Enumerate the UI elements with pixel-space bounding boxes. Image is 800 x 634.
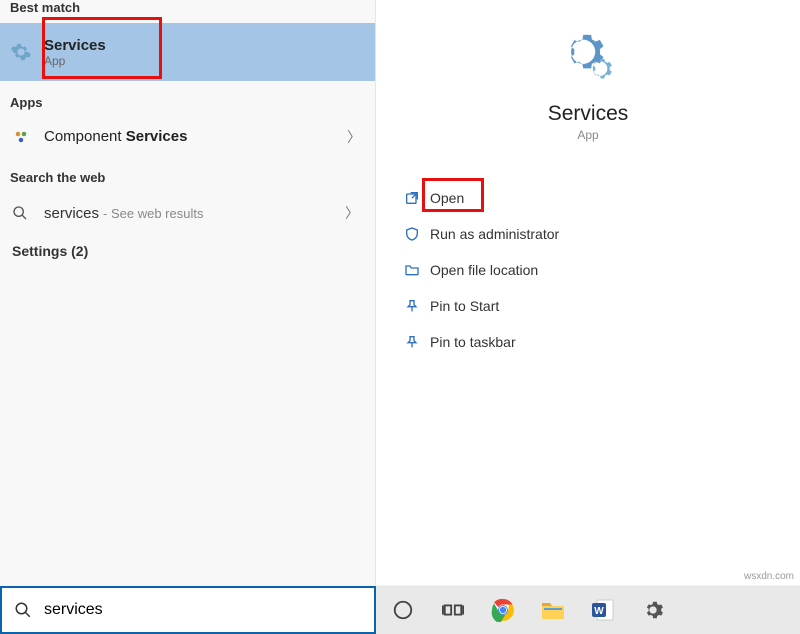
- action-run-as-admin[interactable]: Run as administrator: [394, 218, 782, 250]
- apps-header: Apps: [0, 95, 375, 118]
- search-icon: [12, 205, 32, 221]
- web-hint: - See web results: [103, 206, 203, 221]
- detail-sub: App: [394, 128, 782, 142]
- watermark: wsxdn.com: [744, 571, 794, 582]
- pin-icon: [398, 298, 426, 314]
- task-view-icon[interactable]: [440, 597, 466, 623]
- search-icon: [14, 601, 32, 619]
- search-input-bar[interactable]: [0, 586, 376, 634]
- detail-title: Services: [394, 102, 782, 126]
- chevron-right-icon: 〉: [347, 127, 361, 147]
- best-match-sub: App: [44, 54, 365, 68]
- svg-text:W: W: [594, 606, 604, 617]
- search-web-header: Search the web: [0, 170, 375, 193]
- pin-icon: [398, 334, 426, 350]
- settings-icon[interactable]: [640, 597, 666, 623]
- action-open-location[interactable]: Open file location: [394, 254, 782, 286]
- word-icon[interactable]: W: [590, 597, 616, 623]
- best-match-title: Services: [44, 37, 106, 54]
- component-services-icon: [10, 126, 32, 148]
- action-pin-taskbar[interactable]: Pin to taskbar: [394, 326, 782, 358]
- action-open[interactable]: Open: [394, 182, 782, 214]
- best-match-header: Best match: [0, 0, 375, 23]
- chrome-icon[interactable]: [490, 597, 516, 623]
- shield-icon: [398, 226, 426, 242]
- search-results-panel: Best match Services App Apps Component S…: [0, 0, 376, 585]
- taskbar: W: [376, 586, 800, 634]
- web-search-result[interactable]: services - See web results 〉: [0, 193, 375, 233]
- app-result-component-services[interactable]: Component Services 〉: [0, 118, 375, 156]
- detail-panel: Services App Open Run as administrator O…: [376, 0, 800, 585]
- folder-icon: [398, 262, 426, 278]
- action-pin-start[interactable]: Pin to Start: [394, 290, 782, 322]
- web-term: services: [44, 205, 99, 222]
- gear-icon: [10, 41, 32, 63]
- settings-results[interactable]: Settings (2): [0, 233, 375, 269]
- open-icon: [398, 190, 426, 206]
- search-input[interactable]: [44, 601, 362, 619]
- best-match-result[interactable]: Services App: [0, 23, 375, 81]
- chevron-right-icon: 〉: [345, 203, 359, 223]
- cortana-icon[interactable]: [390, 597, 416, 623]
- file-explorer-icon[interactable]: [540, 597, 566, 623]
- services-large-icon: [394, 30, 782, 88]
